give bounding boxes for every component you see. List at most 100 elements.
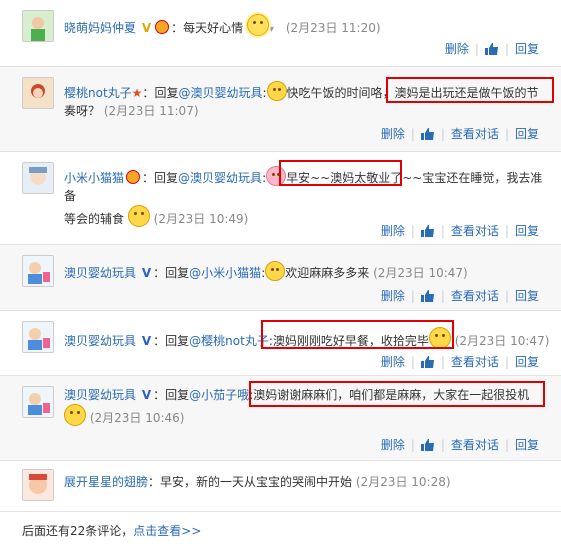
comment-body: 澳贝婴幼玩具 V ：回复@小米小猫猫: 欢迎麻麻多多来 (2月23日 10:47) [64,261,550,282]
comment-time: (2月23日 11:07) [103,104,199,118]
delete-link[interactable]: 删除 [381,438,405,452]
comment-item: 樱桃not丸子★：回复@澳贝婴幼玩具: 快吃午饭的时间咯，澳妈是出玩还是做午饭的节… [0,67,561,152]
comment-text: 快吃午饭的时间咯， [286,86,395,100]
comment-list: 晓萌妈妈仲夏 V ：每天好心情 ▾ (2月23日 11:20) 删除 | | 回复 樱桃… [0,0,561,548]
like-icon[interactable] [420,225,435,237]
smile-emoji-icon [428,327,451,349]
comment-item: 澳贝婴幼玩具 V ：回复@小茄子哦:澳妈谢谢麻麻们，咱们都是麻麻，大家在一起很投机… [0,376,561,461]
comment-text-highlighted: 澳妈是出玩还是做午饭的节 [394,86,539,100]
comment-time: (2月23日 10:49) [153,212,249,226]
avatar[interactable] [22,162,54,194]
mention-link[interactable]: @澳贝婴幼玩具 [178,171,262,185]
view-dialog-link[interactable]: 查看对话 [451,355,499,369]
username[interactable]: 樱桃not丸子 [64,86,132,100]
like-icon[interactable] [420,290,435,302]
comment-item: 澳贝婴幼玩具 V ：回复@樱桃not丸子:澳妈刚刚吃好早餐，收拾完毕 (2月23日… [0,311,561,376]
comment-body: 晓萌妈妈仲夏 V ：每天好心情 ▾ (2月23日 11:20) [64,14,550,39]
star-badge-icon: ★ [131,86,143,100]
reply-prefix: 回复 [165,334,190,348]
reply-link[interactable]: 回复 [515,42,539,56]
reply-prefix: 回复 [154,86,179,100]
comment-actions: 删除 | | 查看对话 | 回复 [380,289,539,303]
more-comments-footer: 后面还有22条评论，点击查看>> [22,522,201,539]
username[interactable]: 晓萌妈妈仲夏 [64,21,136,35]
reply-prefix: 回复 [165,266,190,280]
comment-item: 小米小猫猫 ：回复@澳贝婴幼玩具: 早安~~澳妈太敬业了~~宝宝还在睡觉，我去准备 … [0,152,561,245]
comment-actions: 删除 | | 回复 [444,42,539,56]
smile-emoji-icon [266,81,287,101]
comment-actions: 删除 | | 查看对话 | 回复 [380,355,539,369]
avatar[interactable] [22,386,54,418]
comment-item: 展开星星的翅膀：早安，新的一天从宝宝的哭闹中开始 (2月23日 10:28) [0,461,561,512]
comment-text-highlighted: 早安~~澳妈太敬业了 [286,171,403,185]
verified-v-icon: V [141,266,152,280]
comment-time: (2月23日 10:47) [373,266,468,280]
username[interactable]: 澳贝婴幼玩具 [64,266,136,280]
reply-prefix: 回复 [154,171,179,185]
comment-text: 早安，新的一天从宝宝的哭闹中开始 [160,475,353,489]
like-icon[interactable] [420,356,435,368]
avatar[interactable] [22,77,54,109]
delete-link[interactable]: 删除 [381,224,405,238]
sun-emoji-icon [247,14,269,36]
comment-text: 等会的辅食 [64,212,125,226]
mention-link[interactable]: @樱桃not丸子 [189,334,269,348]
username[interactable]: 澳贝婴幼玩具 [64,388,136,402]
like-icon[interactable] [420,439,435,451]
comment-actions: 删除 | | 查看对话 | 回复 [380,127,539,141]
reply-link[interactable]: 回复 [515,224,539,238]
reply-link[interactable]: 回复 [515,127,539,141]
comment-body: 小米小猫猫 ：回复@澳贝婴幼玩具: 早安~~澳妈太敬业了~~宝宝还在睡觉，我去准备 … [64,166,550,228]
laugh-emoji-icon [64,404,86,426]
delete-link[interactable]: 删除 [381,127,405,141]
comment-time: (2月23日 10:28) [355,475,451,489]
reply-link[interactable]: 回复 [515,438,539,452]
delete-link[interactable]: 删除 [381,289,405,303]
verified-v-icon: V [141,388,152,402]
small-arrow-icon: ▾ [269,24,275,35]
mention-link[interactable]: @澳贝婴幼玩具 [178,86,262,100]
comment-text: 欢迎麻麻多多来 [285,266,370,280]
comment-text-highlighted: 澳妈刚刚吃好早餐，收拾完毕 [272,334,429,348]
view-more-link[interactable]: 点击查看>> [133,524,201,538]
comment-body: 樱桃not丸子★：回复@澳贝婴幼玩具: 快吃午饭的时间咯，澳妈是出玩还是做午饭的节… [64,81,550,120]
like-icon[interactable] [420,128,435,140]
avatar[interactable] [22,255,54,287]
avatar[interactable] [22,321,54,353]
comment-item: 晓萌妈妈仲夏 V ：每天好心情 ▾ (2月23日 11:20) 删除 | | 回复 [0,0,561,67]
username[interactable]: 澳贝婴幼玩具 [64,334,136,348]
mention-link[interactable]: @小米小猫猫 [189,266,261,280]
grin-emoji-icon [127,205,150,227]
comment-time: (2月23日 10:47) [454,334,550,348]
comment-text: 奏呀？ [64,104,101,118]
delete-link[interactable]: 删除 [381,355,405,369]
comment-item: 澳贝婴幼玩具 V ：回复@小米小猫猫: 欢迎麻麻多多来 (2月23日 10:47) … [0,245,561,311]
comment-body: 澳贝婴幼玩具 V ：回复@小茄子哦:澳妈谢谢麻麻们，咱们都是麻麻，大家在一起很投机… [64,388,530,426]
comment-time: (2月23日 11:20) [285,21,381,35]
comment-body: 澳贝婴幼玩具 V ：回复@樱桃not丸子:澳妈刚刚吃好早餐，收拾完毕 (2月23日… [64,327,550,350]
username[interactable]: 展开星星的翅膀 [64,475,148,489]
reply-link[interactable]: 回复 [515,289,539,303]
reply-link[interactable]: 回复 [515,355,539,369]
view-dialog-link[interactable]: 查看对话 [451,127,499,141]
member-badge-icon [126,170,141,184]
comment-actions: 删除 | | 查看对话 | 回复 [380,438,539,452]
comment-actions: 删除 | | 查看对话 | 回复 [380,224,539,238]
shy-emoji-icon [265,261,286,281]
reply-prefix: 回复 [165,388,190,402]
like-icon[interactable] [484,43,499,55]
avatar[interactable] [22,469,54,501]
delete-link[interactable]: 删除 [445,42,469,56]
username[interactable]: 小米小猫猫 [64,171,124,185]
view-dialog-link[interactable]: 查看对话 [451,438,499,452]
more-comments-text: 后面还有22条评论， [22,524,134,538]
comment-text-highlighted: 澳妈谢谢麻麻们，咱们都是麻麻，大家在一起很投机 [253,388,530,402]
view-dialog-link[interactable]: 查看对话 [451,224,499,238]
comment-body: 展开星星的翅膀：早安，新的一天从宝宝的哭闹中开始 (2月23日 10:28) [64,475,451,489]
comment-text: 每天好心情 [183,21,244,35]
avatar[interactable] [22,10,54,42]
pig-emoji-icon [266,166,287,186]
comment-time: (2月23日 10:46) [89,411,185,425]
mention-link[interactable]: @小茄子哦 [189,388,249,402]
view-dialog-link[interactable]: 查看对话 [451,289,499,303]
